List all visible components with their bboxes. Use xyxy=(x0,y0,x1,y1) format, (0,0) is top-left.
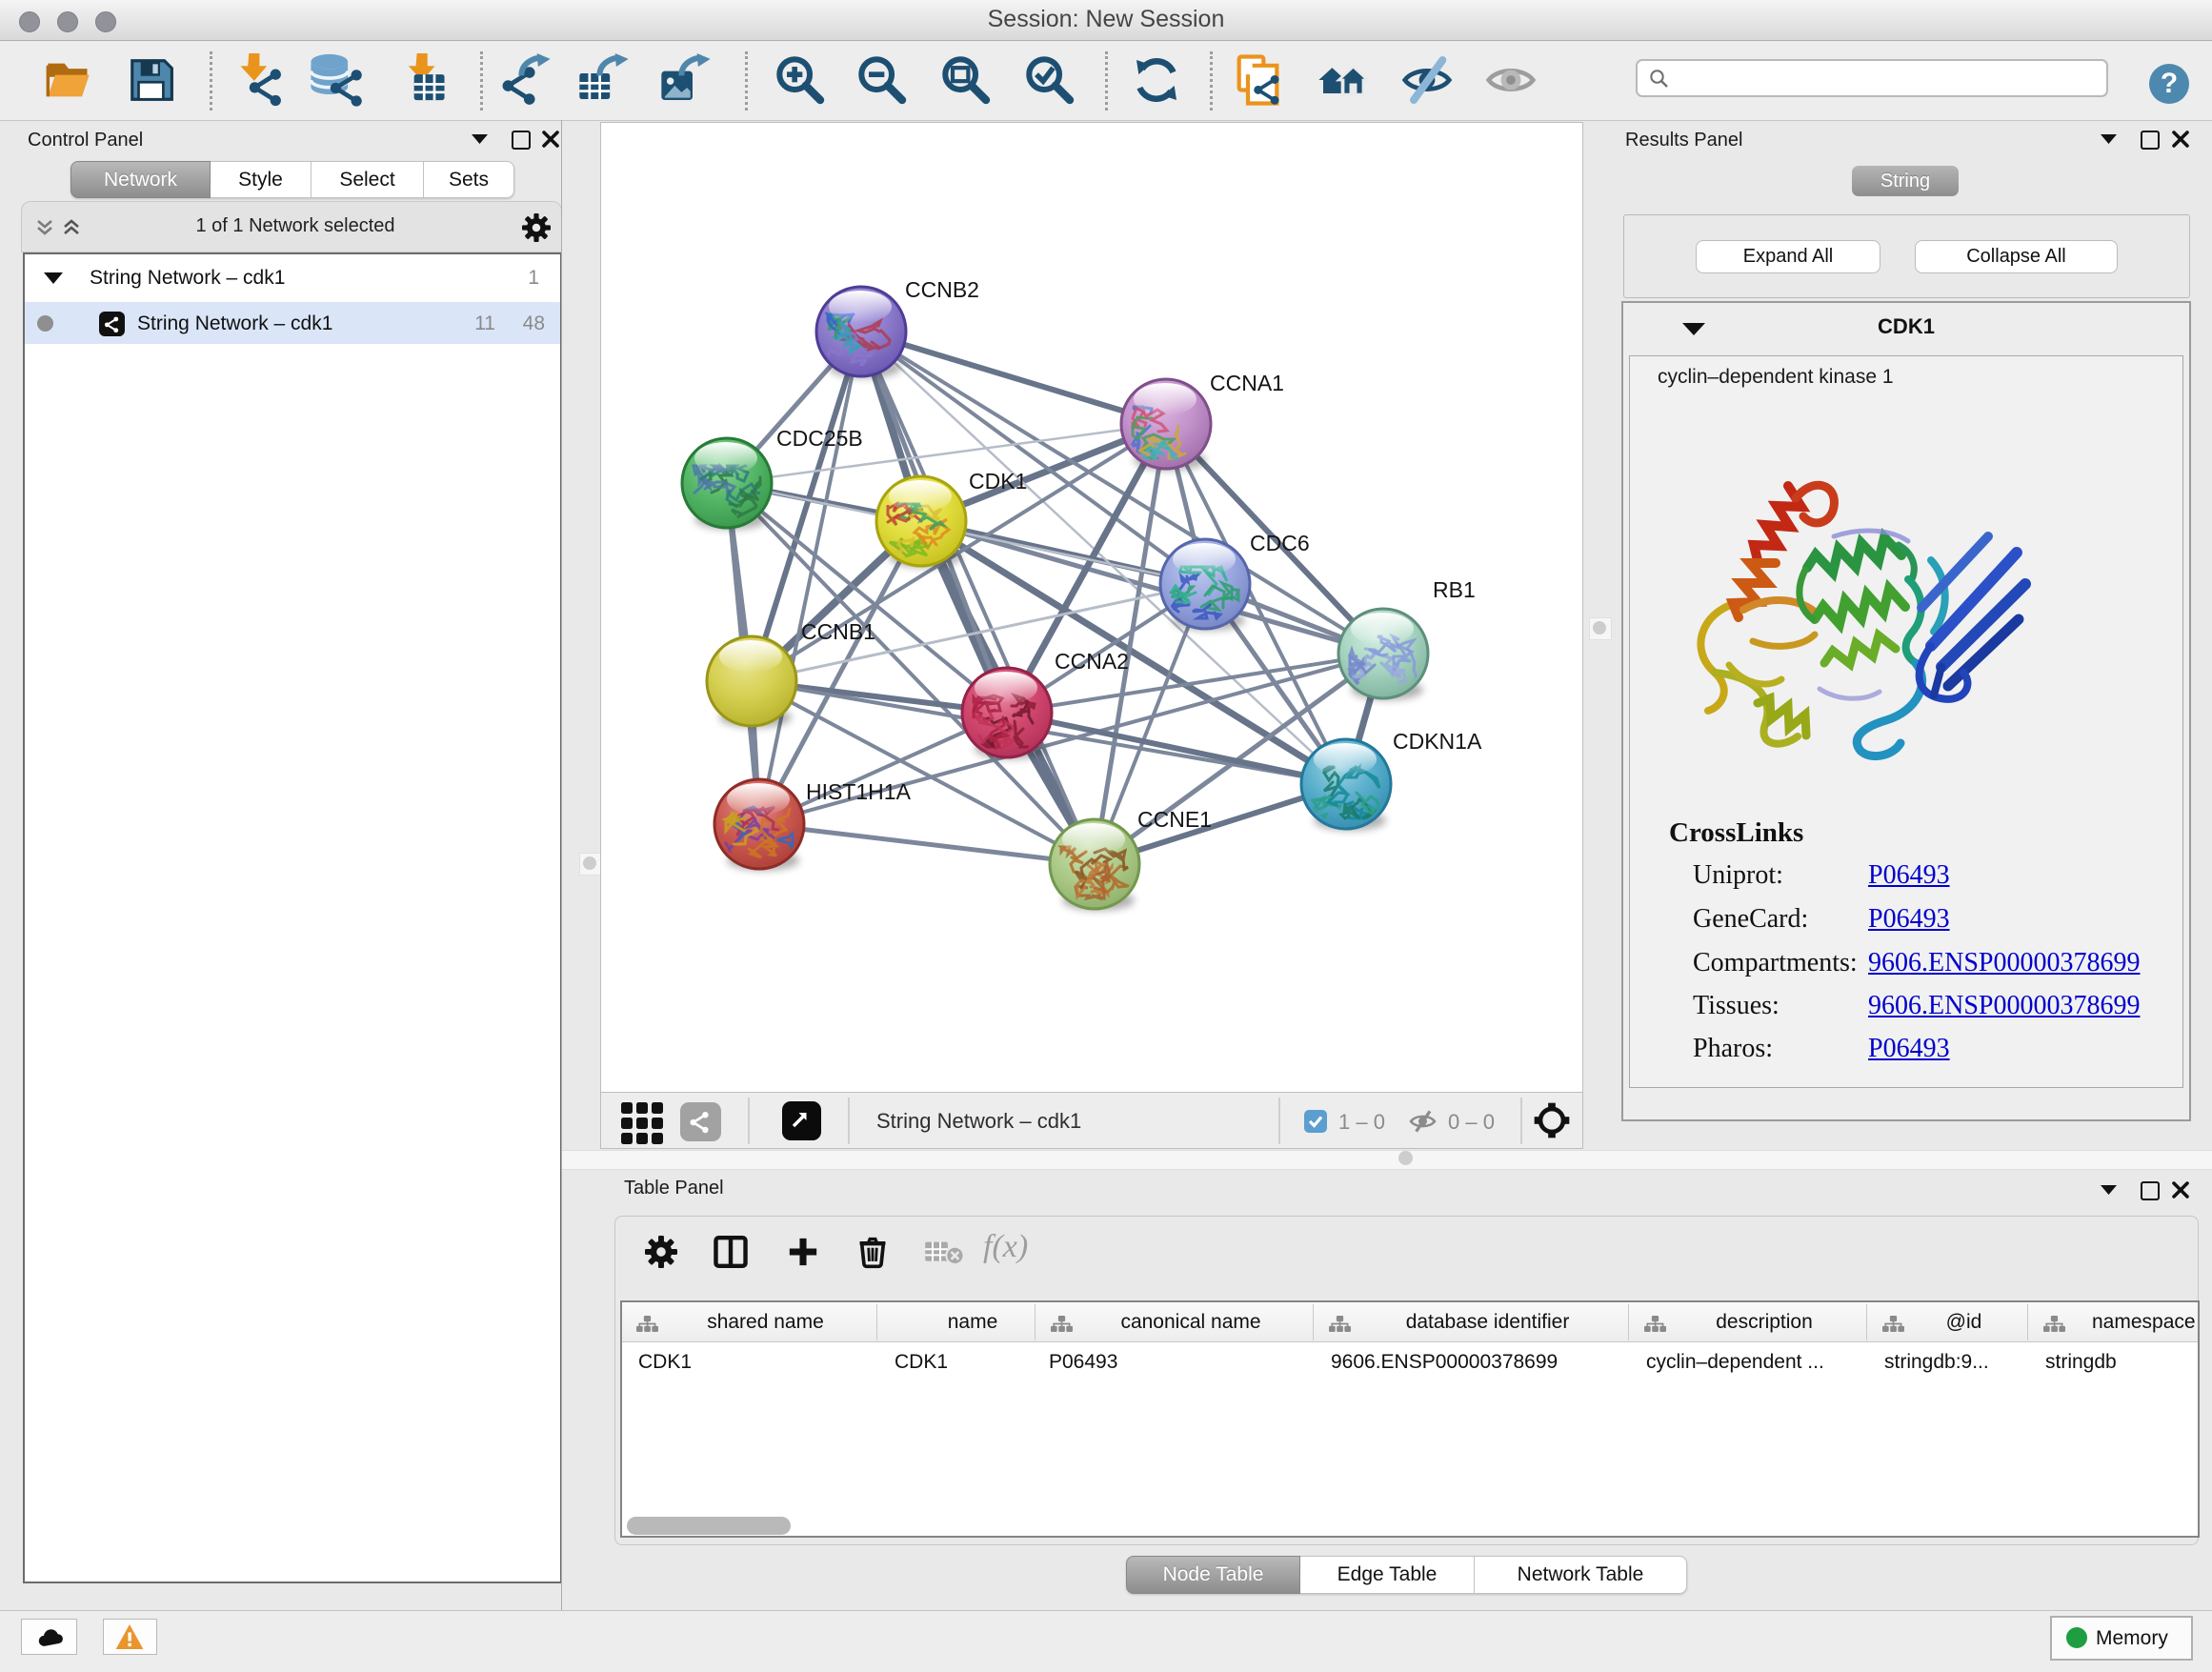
svg-text:CDC6: CDC6 xyxy=(1250,531,1310,555)
svg-text:RB1: RB1 xyxy=(1433,577,1476,602)
svg-text:CDC25B: CDC25B xyxy=(776,426,863,451)
svg-text:CCNB1: CCNB1 xyxy=(801,619,875,644)
svg-text:CCNA1: CCNA1 xyxy=(1210,371,1284,395)
svg-text:HIST1H1A: HIST1H1A xyxy=(806,779,912,804)
svg-text:CCNA2: CCNA2 xyxy=(1055,649,1129,674)
svg-text:CCNE1: CCNE1 xyxy=(1137,807,1212,832)
svg-text:CDKN1A: CDKN1A xyxy=(1393,729,1482,754)
svg-text:CCNB2: CCNB2 xyxy=(905,277,979,302)
svg-text:CDK1: CDK1 xyxy=(969,469,1027,494)
